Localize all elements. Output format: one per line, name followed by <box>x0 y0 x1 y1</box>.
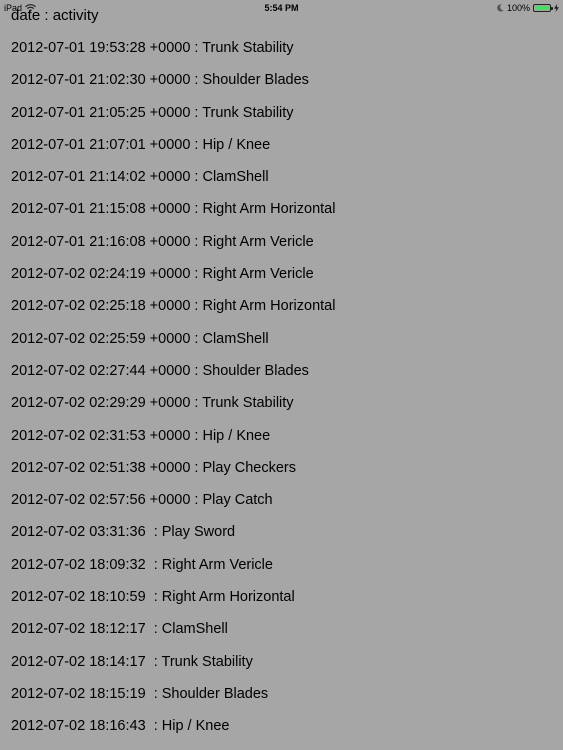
log-entry: 2012-07-02 03:31:36 : Play Sword <box>11 524 236 541</box>
log-entry: 2012-07-02 02:25:18 +0000 : Right Arm Ho… <box>11 298 336 315</box>
log-entry: 2012-07-01 19:53:28 +0000 : Trunk Stabil… <box>11 40 294 56</box>
battery-nub <box>551 7 553 10</box>
log-entry: 2012-07-02 02:51:38 +0000 : Play Checker… <box>11 459 296 476</box>
charging-icon <box>554 4 559 12</box>
log-entry: 2012-07-01 21:14:02 +0000 : ClamShell <box>11 169 269 186</box>
moon-icon <box>497 4 504 12</box>
log-entry: 2012-07-02 18:10:59 : Right Arm Horizont… <box>11 589 295 606</box>
log-entry: 2012-07-02 18:14:17 : Trunk Stability <box>11 653 253 670</box>
battery-fill <box>535 6 549 10</box>
log-entry: 2012-07-02 18:12:17 : ClamShell <box>11 621 228 638</box>
activity-log-list[interactable]: 2012-07-01 19:53:28 +0000 : Trunk Stabil… <box>11 39 335 750</box>
log-entry: 2012-07-01 21:15:08 +0000 : Right Arm Ho… <box>11 201 336 218</box>
log-entry: 2012-07-02 02:25:59 +0000 : ClamShell <box>11 330 269 347</box>
log-entry: 2012-07-01 21:16:08 +0000 : Right Arm Ve… <box>11 233 314 250</box>
battery-icon <box>533 4 553 12</box>
log-entry: 2012-07-02 18:15:19 : Shoulder Blades <box>11 685 269 702</box>
log-entry: 2012-07-02 02:31:53 +0000 : Hip / Knee <box>11 427 271 444</box>
status-right: 100% <box>497 0 559 16</box>
log-entry: 2012-07-02 18:09:32 : Right Arm Vericle <box>11 556 273 573</box>
page-title: date : activity <box>11 7 99 24</box>
log-entry: 2012-07-02 18:16:43 : Hip / Knee <box>11 718 230 735</box>
battery-percent: 100% <box>506 3 530 13</box>
log-entry: 2012-07-02 02:29:29 +0000 : Trunk Stabil… <box>11 395 294 412</box>
log-entry: 2012-07-01 21:02:30 +0000 : Shoulder Bla… <box>11 72 309 89</box>
log-entry: 2012-07-02 02:27:44 +0000 : Shoulder Bla… <box>11 362 309 379</box>
log-entry: 2012-07-01 21:05:25 +0000 : Trunk Stabil… <box>11 104 294 121</box>
log-entry: 2012-07-01 21:07:01 +0000 : Hip / Knee <box>11 136 271 153</box>
log-entry: 2012-07-02 02:57:56 +0000 : Play Catch <box>11 492 273 509</box>
log-entry: 2012-07-02 02:24:19 +0000 : Right Arm Ve… <box>11 266 314 283</box>
